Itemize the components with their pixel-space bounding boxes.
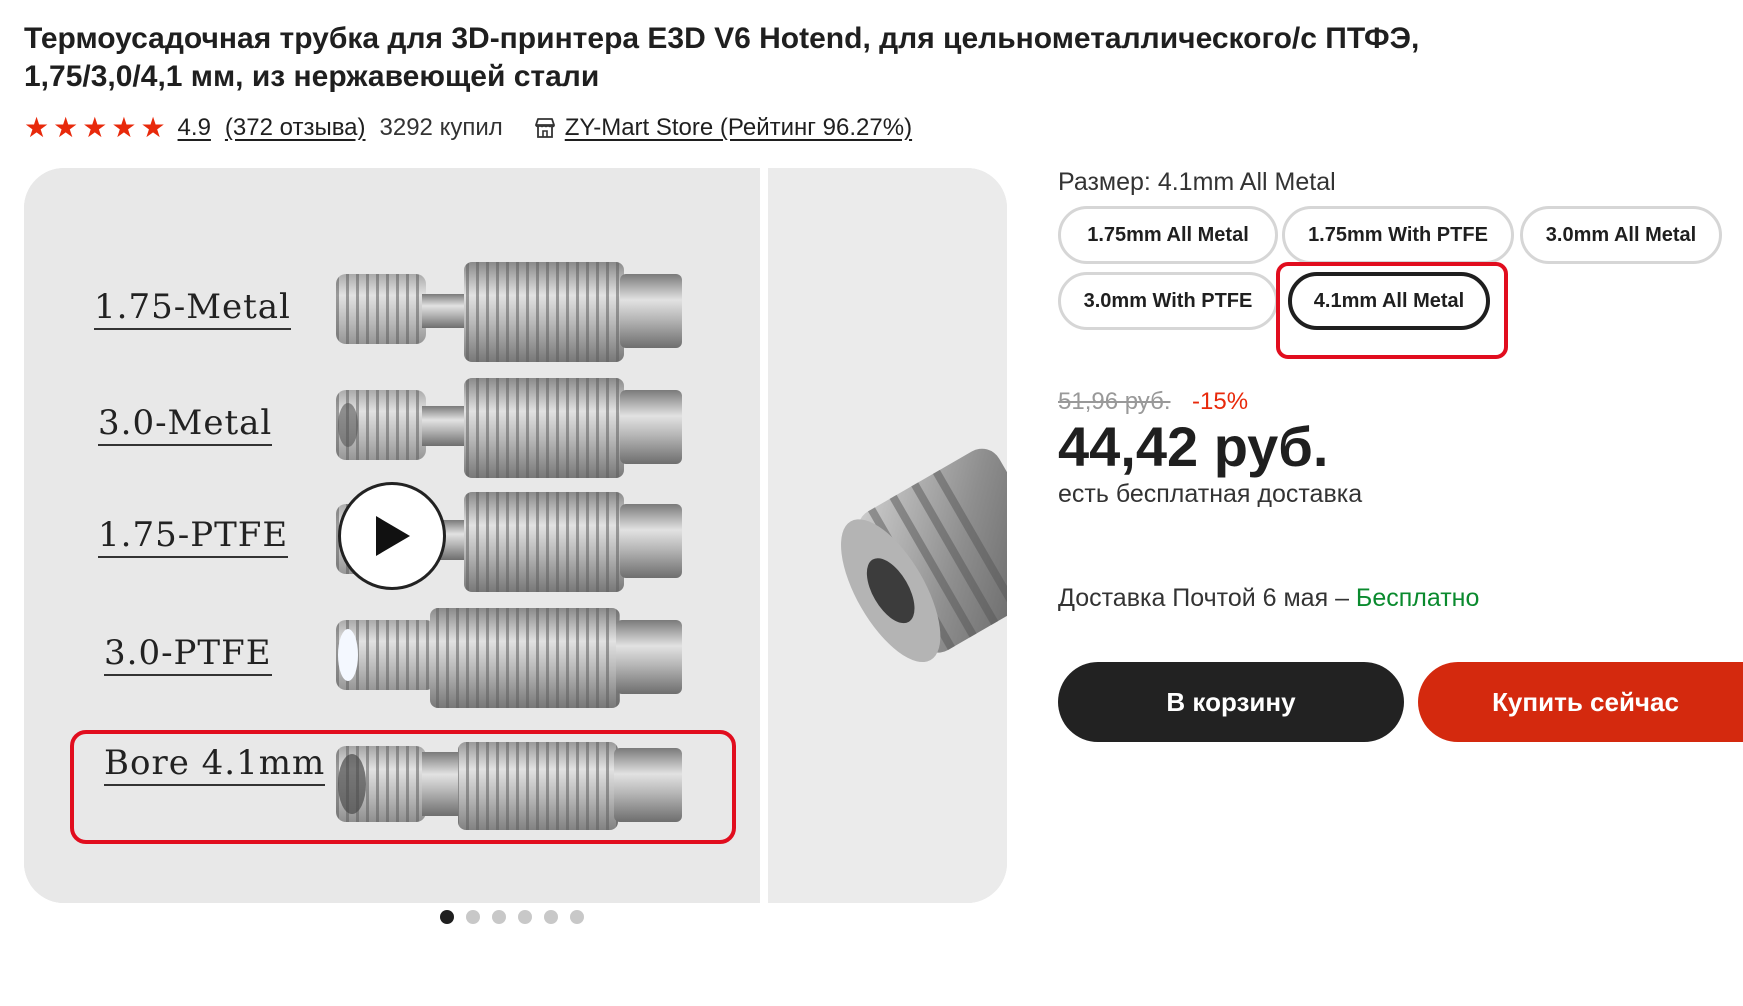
add-to-cart-button[interactable]: В корзину xyxy=(1058,662,1404,742)
play-video-button[interactable] xyxy=(338,482,446,590)
gallery-pagination xyxy=(440,910,584,924)
product-title-line1: Термоусадочная трубка для 3D-принтера E3… xyxy=(24,22,1420,55)
star-icon: ★ xyxy=(53,112,79,143)
product-image-next[interactable] xyxy=(768,168,1007,903)
gallery-dot[interactable] xyxy=(466,910,480,924)
buy-now-button[interactable]: Купить сейчас xyxy=(1418,662,1743,742)
image-label-175-ptfe: 1.75-PTFE xyxy=(98,514,289,558)
product-title-line2: 1,75/3,0/4,1 мм, из нержавеющей стали xyxy=(24,60,600,93)
annotation-highlight-size xyxy=(1276,262,1508,359)
rating-value-link[interactable]: 4.9 xyxy=(178,114,211,142)
gallery-dot[interactable] xyxy=(492,910,506,924)
product-image-gallery[interactable]: 1.75-Metal 3.0-Metal 1.75-PTFE 3.0-PTFE … xyxy=(24,168,1007,903)
heatbreak-175-metal-image xyxy=(336,262,682,362)
slide-divider xyxy=(760,168,768,903)
sold-count: 3292 купил xyxy=(379,114,503,141)
delivery-free: Бесплатно xyxy=(1355,584,1480,612)
size-selected-label: Размер: 4.1mm All Metal xyxy=(1058,168,1336,196)
store-link[interactable]: ZY-Mart Store (Рейтинг 96.27%) xyxy=(565,114,912,142)
star-icon: ★ xyxy=(82,112,108,143)
delivery-text: Доставка Почтой 6 мая – xyxy=(1058,584,1356,612)
gallery-dot[interactable] xyxy=(518,910,532,924)
reviews-link[interactable]: (372 отзыва) xyxy=(225,114,366,142)
size-option-30-all-metal[interactable]: 3.0mm All Metal xyxy=(1520,206,1722,264)
image-label-175-metal: 1.75-Metal xyxy=(94,286,291,330)
play-icon xyxy=(376,516,410,556)
size-option-175-all-metal[interactable]: 1.75mm All Metal xyxy=(1058,206,1278,264)
gallery-dot[interactable] xyxy=(570,910,584,924)
size-option-30-with-ptfe[interactable]: 3.0mm With PTFE xyxy=(1058,272,1278,330)
image-label-30-metal: 3.0-Metal xyxy=(98,402,273,446)
product-image-main[interactable]: 1.75-Metal 3.0-Metal 1.75-PTFE 3.0-PTFE … xyxy=(24,168,760,903)
annotation-highlight-bore xyxy=(70,730,736,844)
rating-stars: ★ ★ ★ ★ ★ xyxy=(24,114,166,142)
current-price: 44,42 руб. xyxy=(1058,415,1329,478)
delivery-info: Доставка Почтой 6 мая – Бесплатно xyxy=(1058,584,1479,613)
gallery-dot[interactable] xyxy=(440,910,454,924)
heatbreak-30-ptfe-image xyxy=(336,608,682,708)
heatbreak-closeup-image xyxy=(841,448,1007,663)
heatbreak-30-metal-image xyxy=(336,378,682,478)
star-icon: ★ xyxy=(111,112,137,143)
size-option-175-with-ptfe[interactable]: 1.75mm With PTFE xyxy=(1282,206,1514,264)
free-shipping-note: есть бесплатная доставка xyxy=(1058,480,1363,508)
image-label-30-ptfe: 3.0-PTFE xyxy=(104,632,272,676)
star-icon: ★ xyxy=(24,112,50,143)
product-title: Термоусадочная трубка для 3D-принтера E3… xyxy=(24,20,1584,96)
store-icon xyxy=(534,118,555,138)
gallery-dot[interactable] xyxy=(544,910,558,924)
star-icon: ★ xyxy=(140,112,166,143)
product-meta-row: ★ ★ ★ ★ ★ 4.9 (372 отзыва) 3292 купил ZY… xyxy=(24,110,926,146)
